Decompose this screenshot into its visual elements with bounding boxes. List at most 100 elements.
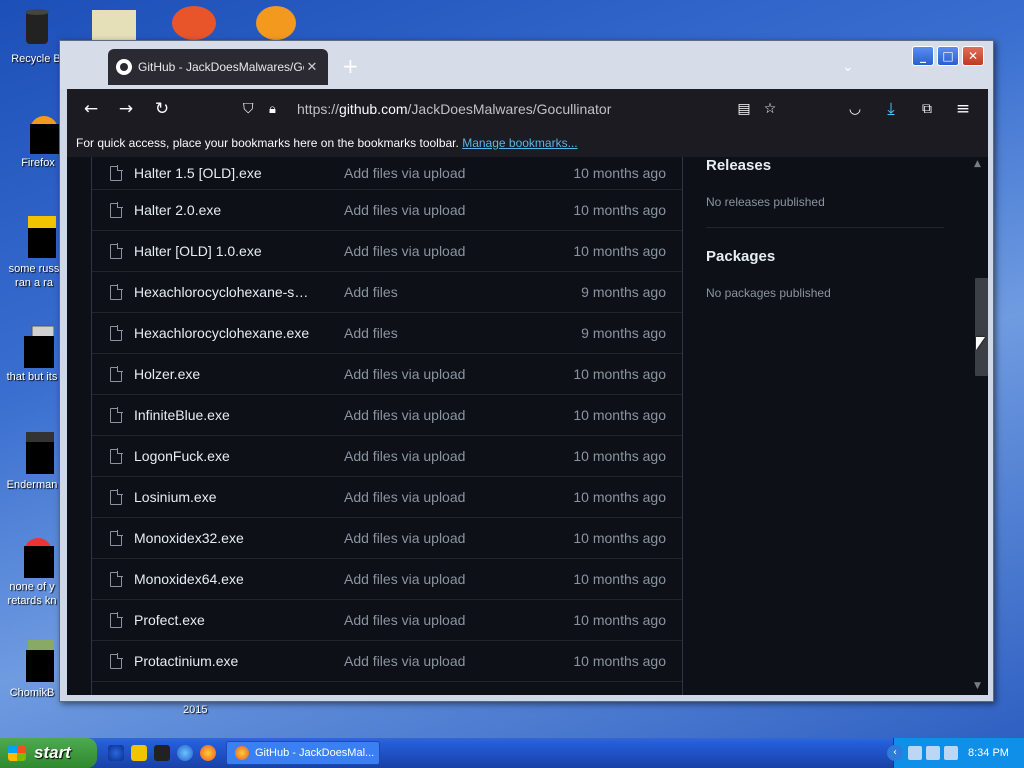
taskbar-button-label: GitHub - JackDoesMal...: [255, 747, 375, 759]
file-name-link[interactable]: Holzer.exe: [134, 366, 312, 382]
back-arrow-icon[interactable]: ←: [81, 99, 101, 119]
file-row[interactable]: LogonFuck.exe Add files via upload 10 mont…: [92, 436, 682, 477]
sidebar-divider: [706, 227, 944, 228]
commit-message-link[interactable]: Add files via upload: [344, 165, 465, 181]
tab-close-icon[interactable]: ✕: [304, 59, 320, 75]
commit-message-link[interactable]: Add files: [344, 284, 398, 300]
page-scrollbar[interactable]: ▲ ▼: [971, 157, 988, 695]
file-name-link[interactable]: Hexachlorocyclohexane-saf...: [134, 284, 312, 300]
commit-message-link[interactable]: Add files via upload: [344, 530, 465, 546]
commit-message-link[interactable]: Add files via upload: [344, 489, 465, 505]
pocket-icon[interactable]: ◡: [845, 99, 865, 119]
quicklaunch-firefox-icon[interactable]: [200, 745, 216, 761]
file-name-link[interactable]: Monoxidex32.exe: [134, 530, 312, 546]
tray-network-icon[interactable]: [908, 746, 922, 760]
desktop-icon-enderman[interactable]: Enderman: [0, 432, 68, 492]
file-icon: [110, 447, 123, 464]
reader-view-icon[interactable]: ▤: [731, 101, 757, 117]
bookmark-star-icon[interactable]: ☆: [757, 101, 783, 117]
list-all-tabs-chevron-icon[interactable]: ⌄: [842, 59, 854, 75]
tab-strip: GitHub - JackDoesMalwares/Gocullinator ✕…: [60, 41, 993, 89]
desktop-icon-partial-1[interactable]: [92, 10, 136, 44]
maximize-button[interactable]: □: [937, 46, 959, 66]
url-bar[interactable]: ⛉ 🔒︎ https://github.com/JackDoesMalwares…: [235, 94, 783, 124]
file-row[interactable]: Hexachlorocyclohexane-saf... Add files 9 m…: [92, 272, 682, 313]
commit-message-link[interactable]: Add files via upload: [344, 571, 465, 587]
file-name-link[interactable]: InfiniteBlue.exe: [134, 407, 312, 423]
url-text[interactable]: https://github.com/JackDoesMalwares/Gocu…: [297, 101, 731, 117]
commit-message-link[interactable]: Add files via upload: [344, 202, 465, 218]
downloads-icon[interactable]: ⤓: [881, 99, 901, 119]
quicklaunch-globe-icon[interactable]: [108, 745, 124, 761]
commit-message-link[interactable]: Add files via upload: [344, 243, 465, 259]
packages-heading[interactable]: Packages: [706, 248, 775, 265]
file-row[interactable]: Monoxidex32.exe Add files via upload 10 mo…: [92, 518, 682, 559]
desktop-icon-that-but-its[interactable]: that but its: [0, 324, 68, 384]
file-icon: [110, 529, 123, 546]
file-icon: [10, 324, 56, 368]
desktop-icon-partial-2[interactable]: [172, 6, 216, 40]
file-row[interactable]: Holzer.exe Add files via upload 10 months …: [92, 354, 682, 395]
quicklaunch-app-icon[interactable]: [154, 745, 170, 761]
commit-date: 10 months ago: [573, 571, 666, 587]
recycle-bin-icon: [14, 6, 58, 50]
start-button[interactable]: start: [0, 738, 97, 768]
file-name-link[interactable]: Protactinium.exe: [134, 653, 312, 669]
commit-message-link[interactable]: Add files via upload: [344, 448, 465, 464]
file-row[interactable]: Monoxidex64.exe Add files via upload 10 mo…: [92, 559, 682, 600]
tab-github[interactable]: GitHub - JackDoesMalwares/Gocullinator ✕: [108, 49, 328, 85]
desktop-icon-none-of[interactable]: none of y retards kn: [0, 534, 68, 608]
navigation-toolbar: ← → ↻ ⛉ 🔒︎ https://github.com/JackDoesMa…: [67, 89, 988, 129]
manage-bookmarks-link[interactable]: Manage bookmarks...: [462, 136, 577, 150]
commit-date: 10 months ago: [573, 165, 666, 181]
quicklaunch-media-icon[interactable]: [131, 745, 147, 761]
file-row[interactable]: Hexachlorocyclohexane.exe Add files 9 mont…: [92, 313, 682, 354]
file-name-link[interactable]: Halter 1.5 [OLD].exe: [134, 165, 312, 181]
file-icon: [110, 283, 123, 300]
file-row[interactable]: Halter [OLD] 1.0.exe Add files via upload…: [92, 231, 682, 272]
extensions-icon[interactable]: ⧉: [917, 99, 937, 119]
close-window-button[interactable]: ✕: [962, 46, 984, 66]
minimize-button[interactable]: _: [912, 46, 934, 66]
tray-expand-chevron-icon[interactable]: ‹: [887, 745, 903, 761]
file-name-link[interactable]: LogonFuck.exe: [134, 448, 312, 464]
commit-message-link[interactable]: Add files via upload: [344, 366, 465, 382]
releases-empty-text: No releases published: [706, 195, 825, 209]
file-row[interactable]: InfiniteBlue.exe Add files via upload 10 m…: [92, 395, 682, 436]
file-row[interactable]: Protactinium.exe Add files via upload 10 m…: [92, 641, 682, 682]
lock-icon[interactable]: 🔒︎: [269, 102, 287, 117]
file-icon: [110, 570, 123, 587]
taskbar-button-firefox[interactable]: GitHub - JackDoesMal...: [226, 741, 380, 765]
commit-date: 10 months ago: [573, 407, 666, 423]
file-name-link[interactable]: Monoxidex64.exe: [134, 571, 312, 587]
reload-icon[interactable]: ↻: [152, 99, 172, 119]
tray-display-icon[interactable]: [926, 746, 940, 760]
menu-hamburger-icon[interactable]: ≡: [953, 99, 973, 119]
file-row[interactable]: Losinium.exe Add files via upload 10 month…: [92, 477, 682, 518]
commit-message-link[interactable]: Add files via upload: [344, 653, 465, 669]
commit-message-link[interactable]: Add files via upload: [344, 407, 465, 423]
commit-date: 10 months ago: [573, 612, 666, 628]
commit-message-link[interactable]: Add files via upload: [344, 612, 465, 628]
forward-arrow-icon[interactable]: →: [116, 99, 136, 119]
releases-heading[interactable]: Releases: [706, 157, 771, 174]
file-name-link[interactable]: Halter 2.0.exe: [134, 202, 312, 218]
desktop-icon-partial-3[interactable]: [256, 6, 296, 40]
scroll-down-arrow-icon[interactable]: ▼: [974, 681, 981, 691]
file-row[interactable]: Halter 2.0.exe Add files via upload 10 mon…: [92, 190, 682, 231]
new-tab-button[interactable]: +: [342, 56, 359, 76]
quicklaunch-ie-icon[interactable]: [177, 745, 193, 761]
file-name-link[interactable]: Halter [OLD] 1.0.exe: [134, 243, 312, 259]
file-name-link[interactable]: Losinium.exe: [134, 489, 312, 505]
scrollbar-thumb[interactable]: [975, 278, 988, 376]
desktop-icon-chomik[interactable]: ChomikB: [0, 640, 68, 700]
commit-date: 10 months ago: [573, 202, 666, 218]
file-row[interactable]: Profect.exe Add files via upload 10 months…: [92, 600, 682, 641]
tracking-shield-icon[interactable]: ⛉: [243, 101, 261, 117]
file-name-link[interactable]: Hexachlorocyclohexane.exe: [134, 325, 312, 341]
scroll-up-arrow-icon[interactable]: ▲: [974, 159, 981, 169]
file-row[interactable]: Halter 1.5 [OLD].exe Add files via upload…: [92, 157, 682, 190]
tray-volume-icon[interactable]: [944, 746, 958, 760]
file-name-link[interactable]: Profect.exe: [134, 612, 312, 628]
commit-message-link[interactable]: Add files: [344, 325, 398, 341]
